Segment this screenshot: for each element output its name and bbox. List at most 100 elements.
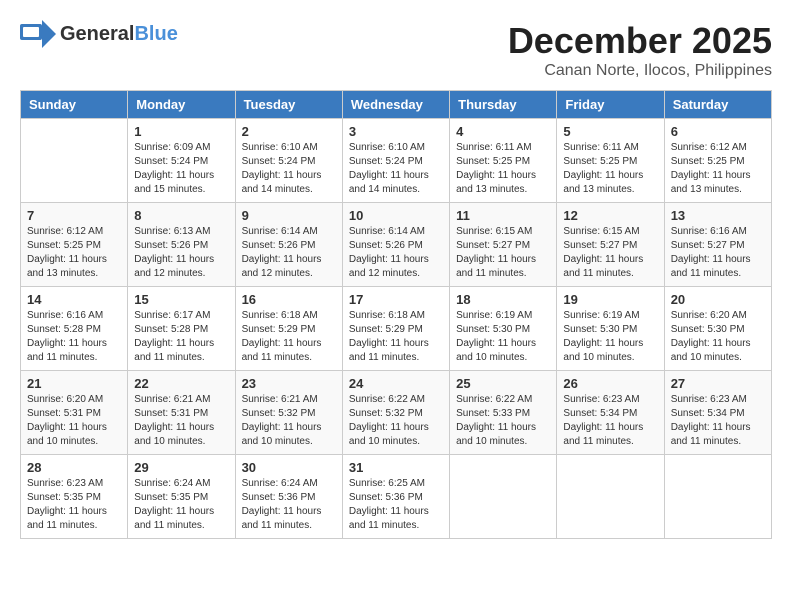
logo-icon (20, 20, 56, 48)
sunrise-text: Sunrise: 6:19 AM (563, 309, 657, 323)
day-number: 6 (671, 124, 765, 139)
cell-info: Sunrise: 6:14 AM Sunset: 5:26 PM Dayligh… (242, 225, 336, 281)
calendar-header-row: SundayMondayTuesdayWednesdayThursdayFrid… (21, 91, 772, 119)
sunset-text: Sunset: 5:34 PM (563, 407, 657, 421)
day-number: 12 (563, 208, 657, 223)
sunset-text: Sunset: 5:35 PM (134, 491, 228, 505)
sunset-text: Sunset: 5:29 PM (242, 323, 336, 337)
calendar-cell: 15 Sunrise: 6:17 AM Sunset: 5:28 PM Dayl… (128, 287, 235, 371)
day-number: 3 (349, 124, 443, 139)
calendar-cell: 1 Sunrise: 6:09 AM Sunset: 5:24 PM Dayli… (128, 119, 235, 203)
cell-info: Sunrise: 6:10 AM Sunset: 5:24 PM Dayligh… (349, 141, 443, 197)
sunrise-text: Sunrise: 6:17 AM (134, 309, 228, 323)
calendar-cell: 19 Sunrise: 6:19 AM Sunset: 5:30 PM Dayl… (557, 287, 664, 371)
cell-info: Sunrise: 6:15 AM Sunset: 5:27 PM Dayligh… (563, 225, 657, 281)
daylight-text: Daylight: 11 hours and 12 minutes. (134, 253, 228, 281)
sunset-text: Sunset: 5:24 PM (349, 155, 443, 169)
sunrise-text: Sunrise: 6:20 AM (27, 393, 121, 407)
sunrise-text: Sunrise: 6:16 AM (671, 225, 765, 239)
sunset-text: Sunset: 5:33 PM (456, 407, 550, 421)
sunset-text: Sunset: 5:27 PM (563, 239, 657, 253)
sunset-text: Sunset: 5:25 PM (456, 155, 550, 169)
calendar-cell: 24 Sunrise: 6:22 AM Sunset: 5:32 PM Dayl… (342, 371, 449, 455)
page-header: General Blue December 2025 Canan Norte, … (20, 20, 772, 80)
sunrise-text: Sunrise: 6:18 AM (349, 309, 443, 323)
calendar-cell: 3 Sunrise: 6:10 AM Sunset: 5:24 PM Dayli… (342, 119, 449, 203)
sunset-text: Sunset: 5:28 PM (27, 323, 121, 337)
sunrise-text: Sunrise: 6:23 AM (27, 477, 121, 491)
daylight-text: Daylight: 11 hours and 14 minutes. (242, 169, 336, 197)
cell-info: Sunrise: 6:22 AM Sunset: 5:33 PM Dayligh… (456, 393, 550, 449)
sunrise-text: Sunrise: 6:22 AM (456, 393, 550, 407)
calendar-cell: 31 Sunrise: 6:25 AM Sunset: 5:36 PM Dayl… (342, 455, 449, 539)
day-number: 7 (27, 208, 121, 223)
daylight-text: Daylight: 11 hours and 11 minutes. (27, 505, 121, 533)
sunset-text: Sunset: 5:36 PM (349, 491, 443, 505)
sunrise-text: Sunrise: 6:12 AM (27, 225, 121, 239)
calendar-week-row: 21 Sunrise: 6:20 AM Sunset: 5:31 PM Dayl… (21, 371, 772, 455)
sunset-text: Sunset: 5:30 PM (563, 323, 657, 337)
sunrise-text: Sunrise: 6:18 AM (242, 309, 336, 323)
daylight-text: Daylight: 11 hours and 15 minutes. (134, 169, 228, 197)
calendar-cell: 25 Sunrise: 6:22 AM Sunset: 5:33 PM Dayl… (450, 371, 557, 455)
calendar-cell: 27 Sunrise: 6:23 AM Sunset: 5:34 PM Dayl… (664, 371, 771, 455)
day-number: 31 (349, 460, 443, 475)
sunset-text: Sunset: 5:31 PM (27, 407, 121, 421)
sunrise-text: Sunrise: 6:24 AM (242, 477, 336, 491)
calendar-cell: 2 Sunrise: 6:10 AM Sunset: 5:24 PM Dayli… (235, 119, 342, 203)
cell-info: Sunrise: 6:20 AM Sunset: 5:30 PM Dayligh… (671, 309, 765, 365)
cell-info: Sunrise: 6:09 AM Sunset: 5:24 PM Dayligh… (134, 141, 228, 197)
sunrise-text: Sunrise: 6:09 AM (134, 141, 228, 155)
logo-general-text: General (60, 23, 134, 46)
sunset-text: Sunset: 5:26 PM (349, 239, 443, 253)
daylight-text: Daylight: 11 hours and 11 minutes. (349, 337, 443, 365)
month-title: December 2025 (508, 20, 772, 62)
calendar-cell: 13 Sunrise: 6:16 AM Sunset: 5:27 PM Dayl… (664, 203, 771, 287)
logo: General Blue (20, 20, 178, 48)
calendar-cell: 12 Sunrise: 6:15 AM Sunset: 5:27 PM Dayl… (557, 203, 664, 287)
sunrise-text: Sunrise: 6:12 AM (671, 141, 765, 155)
day-number: 1 (134, 124, 228, 139)
calendar-week-row: 14 Sunrise: 6:16 AM Sunset: 5:28 PM Dayl… (21, 287, 772, 371)
sunset-text: Sunset: 5:25 PM (671, 155, 765, 169)
cell-info: Sunrise: 6:18 AM Sunset: 5:29 PM Dayligh… (349, 309, 443, 365)
daylight-text: Daylight: 11 hours and 14 minutes. (349, 169, 443, 197)
daylight-text: Daylight: 11 hours and 10 minutes. (563, 337, 657, 365)
calendar-cell: 23 Sunrise: 6:21 AM Sunset: 5:32 PM Dayl… (235, 371, 342, 455)
calendar-cell: 14 Sunrise: 6:16 AM Sunset: 5:28 PM Dayl… (21, 287, 128, 371)
cell-info: Sunrise: 6:13 AM Sunset: 5:26 PM Dayligh… (134, 225, 228, 281)
calendar-cell: 29 Sunrise: 6:24 AM Sunset: 5:35 PM Dayl… (128, 455, 235, 539)
daylight-text: Daylight: 11 hours and 10 minutes. (671, 337, 765, 365)
cell-info: Sunrise: 6:14 AM Sunset: 5:26 PM Dayligh… (349, 225, 443, 281)
sunset-text: Sunset: 5:27 PM (671, 239, 765, 253)
sunset-text: Sunset: 5:28 PM (134, 323, 228, 337)
calendar-cell: 28 Sunrise: 6:23 AM Sunset: 5:35 PM Dayl… (21, 455, 128, 539)
calendar-week-row: 28 Sunrise: 6:23 AM Sunset: 5:35 PM Dayl… (21, 455, 772, 539)
daylight-text: Daylight: 11 hours and 11 minutes. (563, 253, 657, 281)
sunset-text: Sunset: 5:25 PM (563, 155, 657, 169)
calendar-cell: 20 Sunrise: 6:20 AM Sunset: 5:30 PM Dayl… (664, 287, 771, 371)
day-number: 2 (242, 124, 336, 139)
daylight-text: Daylight: 11 hours and 11 minutes. (563, 421, 657, 449)
day-number: 21 (27, 376, 121, 391)
day-number: 26 (563, 376, 657, 391)
day-number: 14 (27, 292, 121, 307)
calendar-cell: 4 Sunrise: 6:11 AM Sunset: 5:25 PM Dayli… (450, 119, 557, 203)
day-number: 5 (563, 124, 657, 139)
day-number: 22 (134, 376, 228, 391)
sunrise-text: Sunrise: 6:11 AM (456, 141, 550, 155)
sunrise-text: Sunrise: 6:22 AM (349, 393, 443, 407)
sunrise-text: Sunrise: 6:15 AM (563, 225, 657, 239)
sunset-text: Sunset: 5:27 PM (456, 239, 550, 253)
daylight-text: Daylight: 11 hours and 10 minutes. (456, 421, 550, 449)
day-number: 23 (242, 376, 336, 391)
daylight-text: Daylight: 11 hours and 11 minutes. (27, 337, 121, 365)
cell-info: Sunrise: 6:23 AM Sunset: 5:34 PM Dayligh… (671, 393, 765, 449)
weekday-header: Monday (128, 91, 235, 119)
weekday-header: Saturday (664, 91, 771, 119)
calendar-cell (664, 455, 771, 539)
sunrise-text: Sunrise: 6:25 AM (349, 477, 443, 491)
cell-info: Sunrise: 6:24 AM Sunset: 5:36 PM Dayligh… (242, 477, 336, 533)
cell-info: Sunrise: 6:16 AM Sunset: 5:27 PM Dayligh… (671, 225, 765, 281)
cell-info: Sunrise: 6:23 AM Sunset: 5:34 PM Dayligh… (563, 393, 657, 449)
